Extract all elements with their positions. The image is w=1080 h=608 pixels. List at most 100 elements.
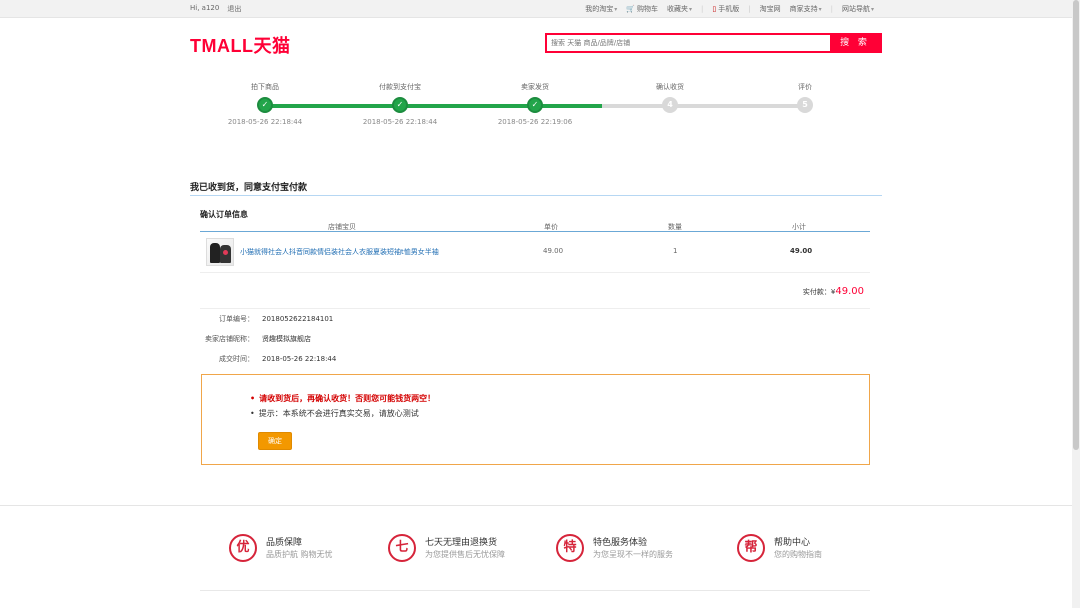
step-number-icon: 5 [797,97,813,113]
chevron-down-icon: ▾ [818,6,822,13]
feature-desc: 为您呈现不一样的服务 [593,550,673,559]
vertical-scrollbar[interactable] [1072,0,1080,608]
search-button[interactable]: 搜 索 [830,35,880,51]
divider: | [701,5,704,13]
check-icon: ✓ [527,97,543,113]
step-label: 评价 [798,83,812,91]
favorites-menu[interactable]: 收藏夹▾ [667,4,692,14]
product-name-link[interactable]: 小猫就得社会人抖音同款情侣装社会人衣服夏装短袖t恤男女半袖 [240,247,439,257]
warning-label: 请收到货后，再确认收货！否则您可能钱货两空！ [259,394,436,403]
order-heading: 确认订单信息 [200,210,248,219]
order-number-row: 订单编号： 2018052622184101 [200,314,333,324]
tip-text: • 提示：本系统不会进行真实交易，请放心测试 [250,408,419,419]
seven-day-icon: 七 [388,534,416,562]
step-time: 2018-05-26 22:18:44 [227,118,303,126]
step-label: 卖家发货 [521,83,549,91]
column-header-price: 单价 [544,223,558,231]
step-label: 拍下商品 [251,83,279,91]
product-thumbnail[interactable] [206,238,234,266]
confirm-notice-box: • 请收到货后，再确认收货！否则您可能钱货两空！ • 提示：本系统不会进行真实交易，… [201,374,870,465]
username-link[interactable]: a120 [202,4,220,12]
top-bar-left: Hi, a120 退出 [190,4,241,14]
confirm-button[interactable]: 确定 [258,432,292,450]
top-bar-right: 我的淘宝▾ 🛒 购物车 收藏夹▾ | ▯ 手机版 | 淘宝网 商家支持▾ | 网站导… [585,4,874,14]
feature-title: 七天无理由退换货 [425,538,498,548]
info-value: 2018052622184101 [262,315,334,323]
help-icon: 帮 [737,534,765,562]
seller-shop-row: 卖家店铺昵称： 贤趣模拟旗舰店 [200,334,311,344]
progress-step-pay: 付款到支付宝 ✓ 2018-05-26 22:18:44 [350,80,450,126]
warning-text: • 请收到货后，再确认收货！否则您可能钱货两空！ [250,393,435,404]
mobile-label: 手机版 [718,5,740,13]
footer-bottom-divider [200,590,870,591]
column-header-item: 店铺宝贝 [328,223,356,231]
quality-icon: 优 [229,534,257,562]
info-value: 贤趣模拟旗舰店 [262,335,311,343]
subtotal: 49.00 [790,247,813,255]
tmall-logo[interactable]: TMALL天猫 [190,32,290,58]
unit-price: 49.00 [543,247,564,255]
progress-step-place-order: 拍下商品 ✓ 2018-05-26 22:18:44 [215,80,315,126]
bullet-icon: • [250,394,256,403]
paid-amount: 49.00 [835,286,864,297]
info-value: 2018-05-26 22:18:44 [262,355,337,363]
site-nav-label: 网站导航 [841,5,870,13]
my-taobao-label: 我的淘宝 [585,5,614,13]
order-table-header: 店铺宝贝 单价 数量 小计 [200,222,870,232]
step-label: 确认收货 [656,83,684,91]
check-icon: ✓ [257,97,273,113]
cart-label: 购物车 [637,5,659,13]
paid-label: 实付款： [802,288,831,296]
info-key: 成交时间： [219,355,254,363]
phone-icon: ▯ [712,5,717,13]
check-icon: ✓ [392,97,408,113]
greeting-label: Hi, [190,4,200,12]
my-taobao-menu[interactable]: 我的淘宝▾ [585,4,617,14]
feature-title: 帮助中心 [774,538,811,548]
chevron-down-icon: ▾ [870,6,874,13]
scrollbar-thumb[interactable] [1073,0,1079,450]
favorites-label: 收藏夹 [667,5,689,13]
shirt-shape [210,243,220,263]
step-label: 付款到支付宝 [379,83,421,91]
table-row: 小猫就得社会人抖音同款情侣装社会人衣服夏装短袖t恤男女半袖 49.00 1 49… [200,233,870,273]
feature-desc: 您的购物指南 [774,550,822,559]
progress-step-confirm: 确认收货 4 [620,80,720,113]
print-shape [223,250,228,255]
column-header-subtotal: 小计 [792,223,806,231]
feature-desc: 品质护航 购物无忧 [266,550,333,559]
info-key: 卖家店铺昵称： [205,335,254,343]
step-time: 2018-05-26 22:18:44 [362,118,438,126]
bullet-icon: • [250,409,255,418]
column-header-qty: 数量 [668,223,682,231]
order-progress: 拍下商品 ✓ 2018-05-26 22:18:44 付款到支付宝 ✓ 2018… [190,80,882,140]
special-service-icon: 特 [556,534,584,562]
progress-step-shipped: 卖家发货 ✓ 2018-05-26 22:19:06 [485,80,585,126]
footer: 优 品质保障 品质护航 购物无忧 七 七天无理由退换货 为您提供售后无忧保障 特… [0,506,1072,608]
step-time: 2018-05-26 22:19:06 [497,118,573,126]
page-title: 我已收到货，同意支付宝付款 [190,183,308,193]
title-divider [190,195,882,196]
seller-support-label: 商家支持 [789,5,818,13]
logout-link[interactable]: 退出 [227,4,241,14]
greeting-text: Hi, a120 [190,4,219,14]
chevron-down-icon: ▾ [614,6,618,13]
divider: | [830,5,833,13]
deal-time-row: 成交时间： 2018-05-26 22:18:44 [200,354,336,364]
taobao-link[interactable]: 淘宝网 [760,4,781,14]
feature-desc: 为您提供售后无忧保障 [425,550,505,559]
tip-label: 提示：本系统不会进行真实交易，请放心测试 [258,409,419,418]
search-input[interactable] [547,35,831,51]
mobile-link[interactable]: ▯ 手机版 [712,4,739,14]
seller-support-menu[interactable]: 商家支持▾ [790,4,822,14]
divider: | [748,5,751,13]
quantity: 1 [673,247,678,255]
info-key: 订单编号： [219,315,254,323]
site-nav-menu[interactable]: 网站导航▾ [842,4,874,14]
cart-icon: 🛒 [626,5,636,13]
progress-step-review: 评价 5 [755,80,855,113]
cart-link[interactable]: 🛒 购物车 [626,4,658,14]
step-number-icon: 4 [662,97,678,113]
paid-total: 实付款：¥49.00 [803,286,864,297]
feature-title: 品质保障 [266,538,303,548]
